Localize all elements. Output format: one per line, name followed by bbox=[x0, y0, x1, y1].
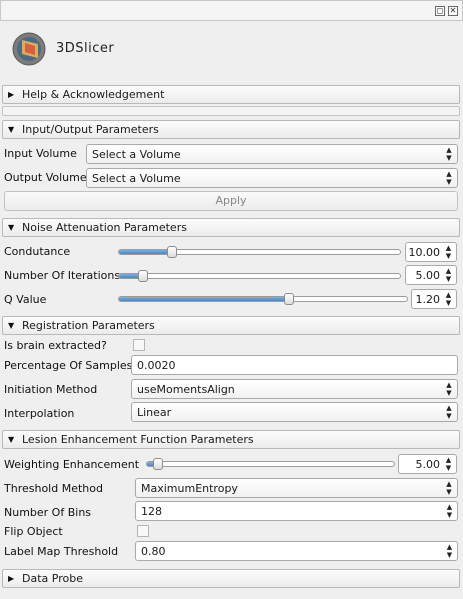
section-registration[interactable]: ▼ Registration Parameters bbox=[2, 316, 460, 335]
combo-arrows-icon: ▲ ▼ bbox=[446, 381, 452, 397]
combo-arrows-icon: ▲ ▼ bbox=[446, 404, 452, 420]
condutance-slider-fill bbox=[119, 250, 173, 254]
q-value-slider-handle[interactable] bbox=[284, 293, 295, 305]
init-method-label: Initiation Method bbox=[4, 383, 98, 396]
flip-object-label: Flip Object bbox=[4, 525, 63, 538]
weighting-label: Weighting Enhancement bbox=[4, 458, 140, 471]
spin-arrows-icon: ▲ ▼ bbox=[446, 503, 453, 519]
section-io[interactable]: ▼ Input/Output Parameters bbox=[2, 120, 460, 139]
section-noise[interactable]: ▼ Noise Attenuation Parameters bbox=[2, 218, 460, 237]
slicer-logo-icon bbox=[12, 32, 46, 66]
weighting-slider-handle[interactable] bbox=[153, 458, 164, 470]
spin-arrows-icon: ▲ ▼ bbox=[445, 267, 452, 283]
help-collapsed-frame bbox=[2, 106, 460, 116]
flip-object-checkbox[interactable] bbox=[137, 525, 149, 537]
output-volume-value: Select a Volume bbox=[92, 172, 181, 185]
section-data-probe-label: Data Probe bbox=[22, 572, 83, 585]
float-icon[interactable]: ◻ bbox=[435, 6, 445, 16]
expanded-arrow-icon: ▼ bbox=[8, 223, 15, 232]
spin-arrows-icon: ▲ ▼ bbox=[445, 456, 452, 472]
spin-arrows-icon: ▲ ▼ bbox=[445, 291, 452, 307]
q-value-label: Q Value bbox=[4, 293, 47, 306]
section-registration-label: Registration Parameters bbox=[22, 319, 155, 332]
q-value-value: 1.20 bbox=[415, 293, 441, 306]
collapsed-arrow-icon: ▶ bbox=[8, 574, 15, 583]
input-volume-value: Select a Volume bbox=[92, 148, 181, 161]
condutance-slider-track[interactable] bbox=[118, 249, 401, 255]
weighting-slider-track[interactable] bbox=[146, 461, 395, 467]
weighting-value: 5.00 bbox=[415, 458, 441, 471]
expanded-arrow-icon: ▼ bbox=[8, 321, 15, 330]
interpolation-combo[interactable]: Linear ▲ ▼ bbox=[131, 402, 458, 422]
condutance-spinbox[interactable]: 10.00 ▲ ▼ bbox=[405, 242, 457, 262]
section-data-probe[interactable]: ▶ Data Probe bbox=[2, 569, 460, 588]
condutance-label: Condutance bbox=[4, 245, 71, 258]
labelmap-threshold-field[interactable]: 0.80 ▲ ▼ bbox=[135, 541, 458, 561]
iterations-label: Number Of Iterations bbox=[4, 269, 121, 282]
interpolation-label: Interpolation bbox=[4, 407, 75, 420]
spin-arrows-icon: ▲ ▼ bbox=[445, 244, 452, 260]
bins-value: 128 bbox=[141, 505, 162, 518]
brain-extracted-checkbox[interactable] bbox=[133, 339, 145, 351]
module-titlebar bbox=[0, 0, 463, 21]
threshold-method-label: Threshold Method bbox=[4, 482, 103, 495]
bins-label: Number Of Bins bbox=[4, 506, 92, 519]
interpolation-value: Linear bbox=[137, 406, 172, 419]
labelmap-threshold-label: Label Map Threshold bbox=[4, 545, 119, 558]
collapsed-arrow-icon: ▶ bbox=[8, 90, 15, 99]
apply-button[interactable]: Apply bbox=[4, 191, 458, 211]
combo-arrows-icon: ▲ ▼ bbox=[446, 170, 452, 186]
init-method-combo[interactable]: useMomentsAlign ▲ ▼ bbox=[131, 379, 458, 399]
input-volume-label: Input Volume bbox=[4, 147, 77, 160]
combo-arrows-icon: ▲ ▼ bbox=[446, 146, 452, 162]
section-noise-label: Noise Attenuation Parameters bbox=[22, 221, 187, 234]
output-volume-combo[interactable]: Select a Volume ▲ ▼ bbox=[86, 168, 458, 188]
q-value-slider-fill bbox=[119, 297, 289, 301]
section-help[interactable]: ▶ Help & Acknowledgement bbox=[2, 85, 460, 104]
bins-field[interactable]: 128 ▲ ▼ bbox=[135, 501, 458, 521]
q-value-slider-track[interactable] bbox=[118, 296, 408, 302]
output-volume-label: Output Volume bbox=[4, 171, 87, 184]
samples-label: Percentage Of Samples bbox=[4, 359, 133, 372]
labelmap-threshold-value: 0.80 bbox=[141, 545, 166, 558]
close-icon[interactable]: ✕ bbox=[448, 6, 458, 16]
section-lesion[interactable]: ▼ Lesion Enhancement Function Parameters bbox=[2, 430, 460, 449]
iterations-spinbox[interactable]: 5.00 ▲ ▼ bbox=[405, 265, 457, 285]
expanded-arrow-icon: ▼ bbox=[8, 125, 15, 134]
input-volume-combo[interactable]: Select a Volume ▲ ▼ bbox=[86, 144, 458, 164]
threshold-method-value: MaximumEntropy bbox=[141, 482, 238, 495]
spin-arrows-icon: ▲ ▼ bbox=[446, 543, 453, 559]
samples-field[interactable]: 0.0020 bbox=[131, 355, 458, 375]
section-help-label: Help & Acknowledgement bbox=[22, 88, 165, 101]
combo-arrows-icon: ▲ ▼ bbox=[446, 480, 452, 496]
init-method-value: useMomentsAlign bbox=[137, 383, 235, 396]
threshold-method-combo[interactable]: MaximumEntropy ▲ ▼ bbox=[135, 478, 458, 498]
brain-extracted-label: Is brain extracted? bbox=[4, 339, 107, 352]
condutance-slider-handle[interactable] bbox=[166, 246, 177, 258]
section-lesion-label: Lesion Enhancement Function Parameters bbox=[22, 433, 254, 446]
condutance-value: 10.00 bbox=[408, 246, 441, 259]
q-value-spinbox[interactable]: 1.20 ▲ ▼ bbox=[411, 289, 457, 309]
section-io-label: Input/Output Parameters bbox=[22, 123, 159, 136]
iterations-slider-track[interactable] bbox=[118, 273, 401, 279]
expanded-arrow-icon: ▼ bbox=[8, 435, 15, 444]
iterations-slider-handle[interactable] bbox=[138, 270, 149, 282]
weighting-spinbox[interactable]: 5.00 ▲ ▼ bbox=[398, 454, 457, 474]
samples-value: 0.0020 bbox=[137, 359, 176, 372]
iterations-value: 5.00 bbox=[415, 269, 441, 282]
logo-text: 3DSlicer bbox=[56, 41, 115, 56]
